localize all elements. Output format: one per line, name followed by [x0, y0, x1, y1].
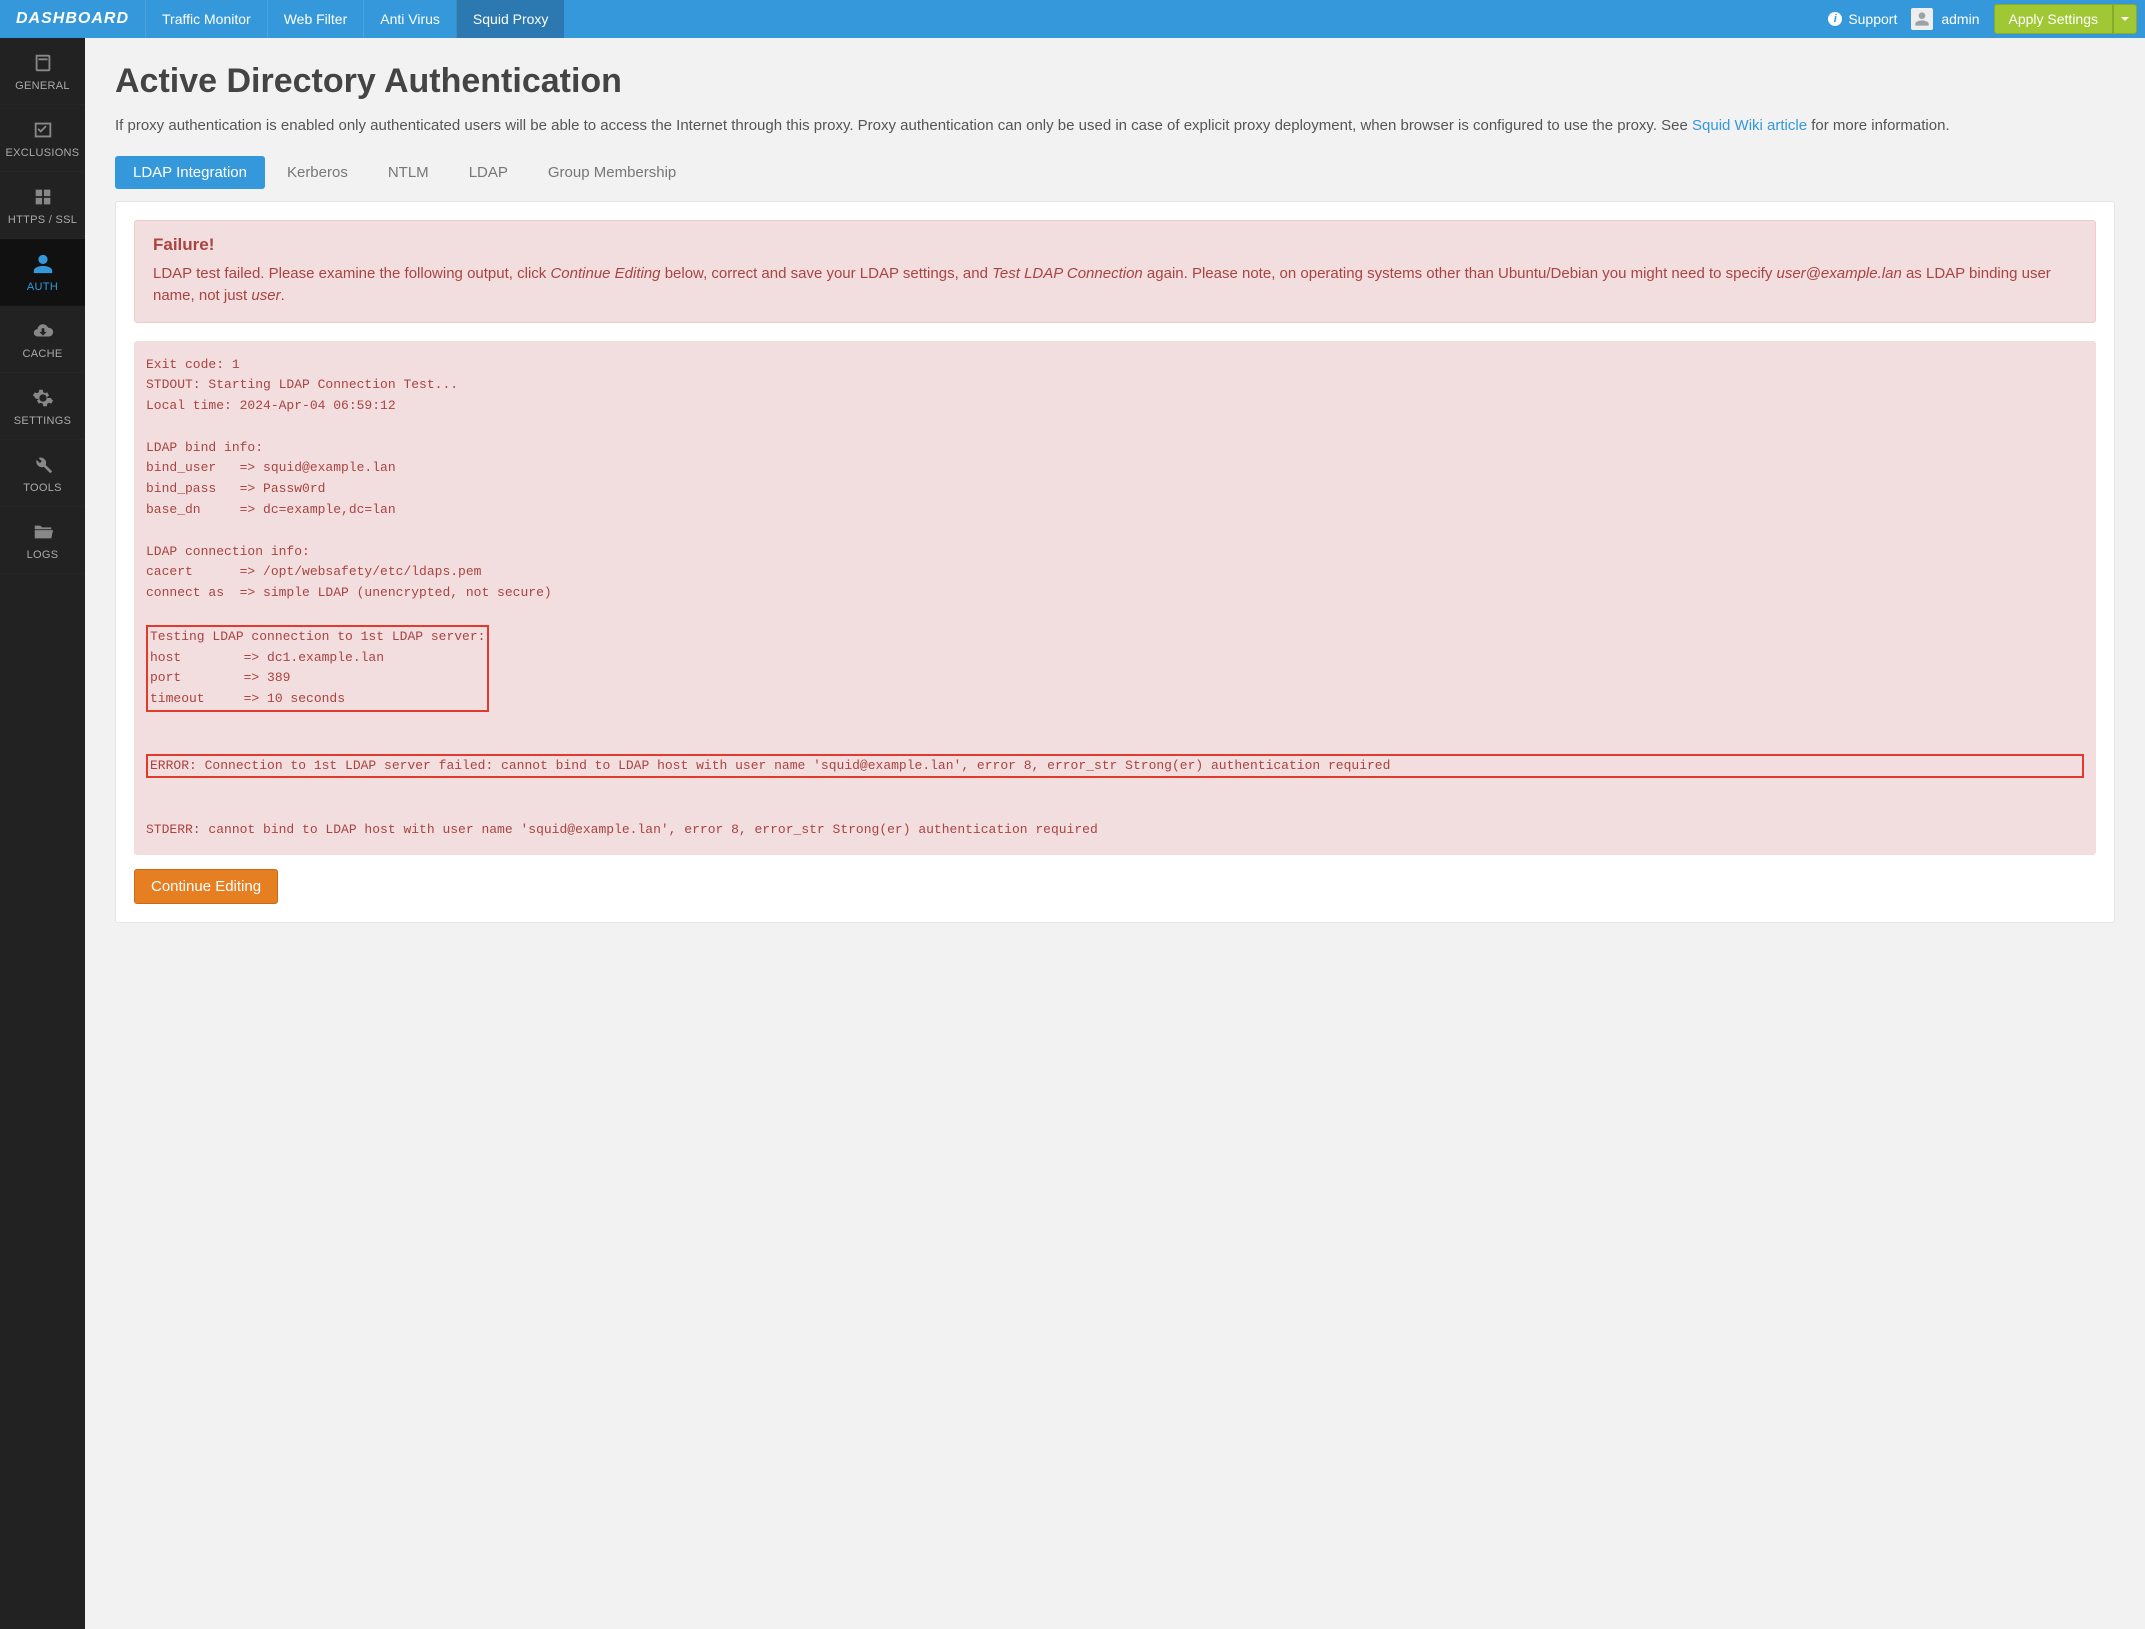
sidebar-item-label: GENERAL [4, 80, 81, 92]
sidebar-item-label: CACHE [4, 348, 81, 360]
apply-settings-group: Apply Settings [1994, 4, 2138, 34]
sidebar-item-label: SETTINGS [4, 415, 81, 427]
squid-wiki-link[interactable]: Squid Wiki article [1692, 117, 1807, 134]
failure-alert: Failure! LDAP test failed. Please examin… [134, 220, 2096, 323]
tab-kerberos[interactable]: Kerberos [269, 156, 366, 189]
sidebar-item-label: AUTH [4, 281, 81, 293]
top-bar: DASHBOARD Traffic MonitorWeb FilterAnti … [0, 0, 2145, 38]
gear-icon [4, 387, 81, 409]
tab-ntlm[interactable]: NTLM [370, 156, 447, 189]
highlight-error: ERROR: Connection to 1st LDAP server fai… [146, 754, 2084, 779]
avatar-icon [1911, 8, 1933, 30]
topnav-item-traffic-monitor[interactable]: Traffic Monitor [145, 0, 267, 38]
sidebar-item-logs[interactable]: LOGS [0, 507, 85, 574]
sidebar: GENERAL EXCLUSIONS HTTPS / SSL AUTH CACHE SET… [0, 38, 85, 1629]
folder-icon [4, 521, 81, 543]
chevron-down-icon [2121, 17, 2129, 21]
sidebar-item-general[interactable]: GENERAL [0, 38, 85, 105]
grid-icon [4, 186, 81, 208]
sidebar-item-tools[interactable]: TOOLS [0, 440, 85, 507]
apply-settings-button[interactable]: Apply Settings [1994, 4, 2114, 34]
sidebar-item-label: EXCLUSIONS [4, 147, 81, 159]
sidebar-item-settings[interactable]: SETTINGS [0, 373, 85, 440]
support-link[interactable]: i Support [1828, 11, 1897, 27]
info-icon: i [1828, 12, 1842, 26]
tab-ldap-integration[interactable]: LDAP Integration [115, 156, 265, 189]
support-label: Support [1848, 11, 1897, 27]
apply-settings-dropdown[interactable] [2113, 4, 2137, 34]
highlight-connection-info: Testing LDAP connection to 1st LDAP serv… [146, 625, 489, 712]
sidebar-item-https-ssl[interactable]: HTTPS / SSL [0, 172, 85, 239]
tab-ldap[interactable]: LDAP [451, 156, 526, 189]
sidebar-item-label: HTTPS / SSL [4, 214, 81, 226]
top-right: i Support admin Apply Settings [1828, 0, 2145, 38]
sidebar-item-label: TOOLS [4, 482, 81, 494]
user-name: admin [1941, 11, 1979, 27]
topnav-item-web-filter[interactable]: Web Filter [267, 0, 364, 38]
sidebar-item-label: LOGS [4, 549, 81, 561]
tab-group-membership[interactable]: Group Membership [530, 156, 694, 189]
sidebar-item-auth[interactable]: AUTH [0, 239, 85, 306]
user-block[interactable]: admin [1911, 8, 1979, 30]
failure-text: LDAP test failed. Please examine the fol… [153, 263, 2077, 308]
brand[interactable]: DASHBOARD [0, 0, 145, 38]
failure-heading: Failure! [153, 235, 2077, 255]
cloud-icon [4, 320, 81, 342]
sidebar-item-exclusions[interactable]: EXCLUSIONS [0, 105, 85, 172]
main-content: Active Directory Authentication If proxy… [85, 38, 2145, 1629]
sidebar-item-cache[interactable]: CACHE [0, 306, 85, 373]
ldap-test-output: Exit code: 1 STDOUT: Starting LDAP Conne… [134, 341, 2096, 855]
continue-editing-button[interactable]: Continue Editing [134, 869, 278, 904]
wrench-icon [4, 454, 81, 476]
page-description: If proxy authentication is enabled only … [115, 115, 2115, 138]
auth-tabs: LDAP IntegrationKerberosNTLMLDAPGroup Me… [115, 156, 2115, 189]
topnav-item-anti-virus[interactable]: Anti Virus [363, 0, 456, 38]
top-nav: Traffic MonitorWeb FilterAnti VirusSquid… [145, 0, 564, 38]
check-icon [4, 119, 81, 141]
topnav-item-squid-proxy[interactable]: Squid Proxy [456, 0, 564, 38]
user-icon [4, 253, 81, 275]
result-panel: Failure! LDAP test failed. Please examin… [115, 201, 2115, 923]
page-title: Active Directory Authentication [115, 62, 2115, 101]
book-icon [4, 52, 81, 74]
